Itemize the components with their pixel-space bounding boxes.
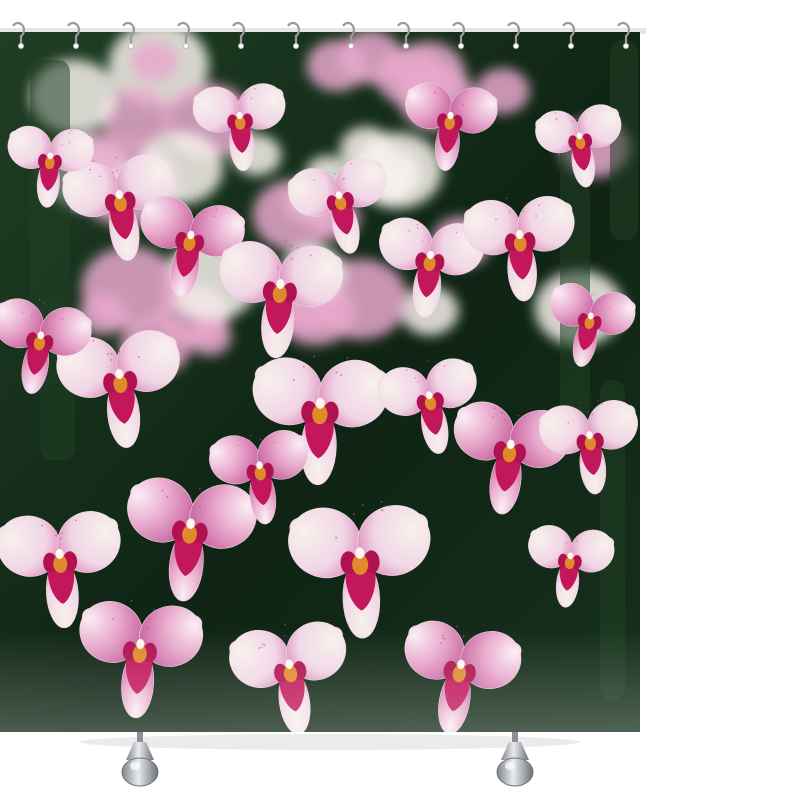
curtain-shadow [80,734,580,750]
shower-curtain-product-photo [0,0,800,800]
curtain-fabric [0,32,640,732]
shower-curtain-illustration [0,21,646,787]
